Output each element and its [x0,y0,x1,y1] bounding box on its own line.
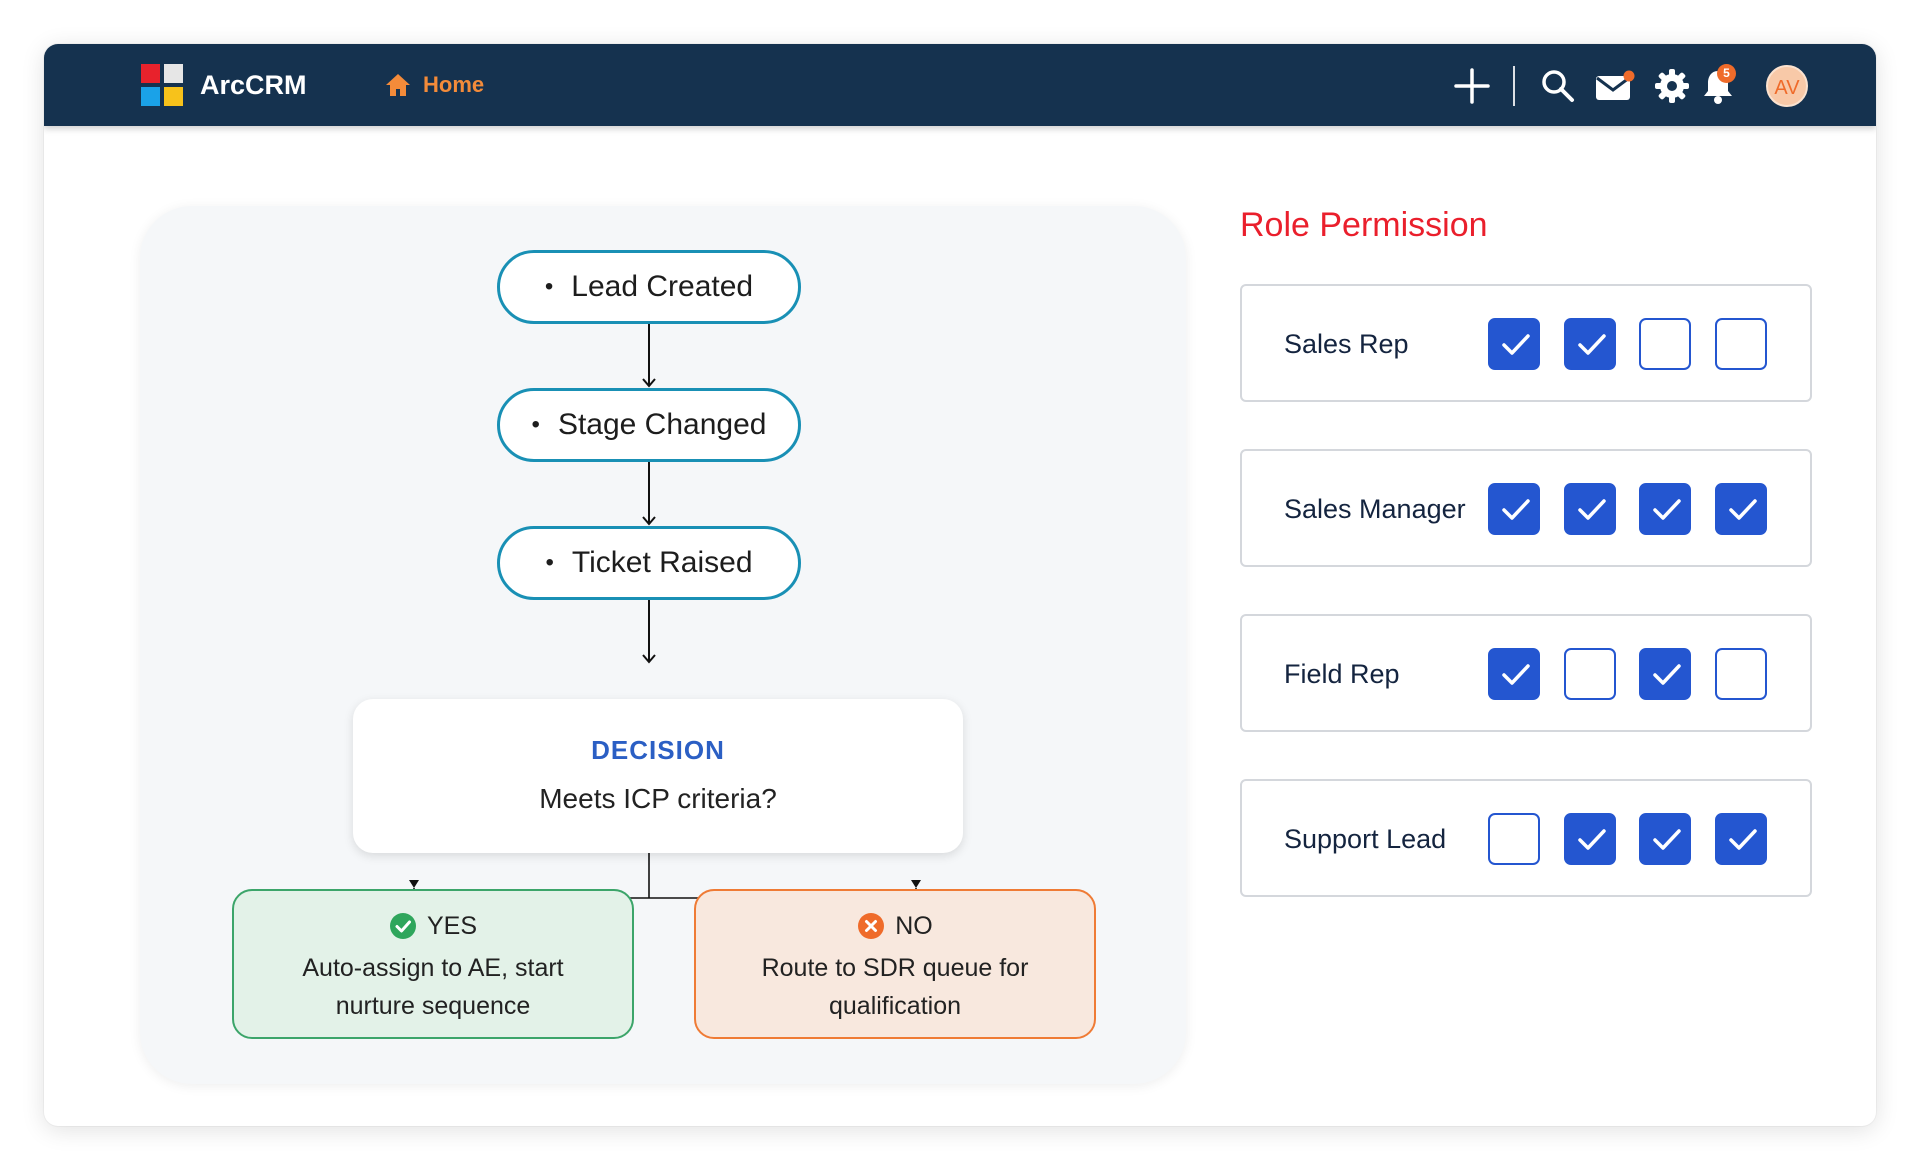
decision-question: Meets ICP criteria? [539,783,777,814]
role-name: Sales Manager [1284,494,1466,524]
check-circle-icon [389,913,416,939]
role-card-support-lead: Support Lead [1240,779,1812,897]
yes-outcome-node[interactable]: YES Auto-assign to AE, start nurture seq… [232,889,634,1039]
role-card-sales-rep: Sales Rep [1240,284,1812,402]
no-label: NO [895,911,933,940]
step-label: Ticket Raised [571,546,753,579]
permission-checkbox[interactable] [1488,648,1540,700]
yes-action-text: Auto-assign to AE, start nurture sequenc… [302,954,564,1020]
bullet: • [531,411,540,438]
no-outcome-node[interactable]: NO Route to SDR queue for qualification [694,889,1096,1039]
step-ticket-raised[interactable]: • Ticket Raised [497,526,801,600]
brand-name: ArcCRM [200,70,307,100]
decision-node[interactable]: DECISION Meets ICP criteria? [353,699,963,853]
permission-checkbox[interactable] [1639,648,1691,700]
step-stage-changed[interactable]: • Stage Changed [497,388,801,462]
add-icon[interactable] [1452,66,1492,106]
permission-checkbox[interactable] [1564,483,1616,535]
permission-checkbox[interactable] [1488,483,1540,535]
permission-checkbox[interactable] [1488,318,1540,370]
x-circle-icon [858,913,885,939]
role-name: Support Lead [1284,824,1447,854]
role-permission-title: Role Permission [1240,206,1488,244]
permission-checkbox[interactable] [1715,648,1767,700]
bullet: • [544,273,554,300]
home-icon [386,74,410,96]
permission-checkbox[interactable] [1715,813,1767,865]
permission-checkbox[interactable] [1564,813,1616,865]
bullet: • [545,549,554,576]
role-card-sales-manager: Sales Manager [1240,449,1812,567]
yes-label: YES [426,911,478,940]
step-label: Lead Created [571,270,754,303]
notification-badge: 5 [1717,64,1736,83]
step-label: Stage Changed [557,408,767,441]
home-link[interactable]: Home [385,68,484,102]
no-action-text: Route to SDR queue for qualification [761,954,1029,1020]
home-label: Home [423,72,485,97]
permission-checkbox[interactable] [1639,483,1691,535]
permission-checkbox[interactable] [1639,813,1691,865]
role-card-field-rep: Field Rep [1240,614,1812,732]
workflow-panel: • Lead Created • Stage Changed • Ticket … [140,206,1186,1084]
permission-checkbox[interactable] [1488,813,1540,865]
permission-checkbox[interactable] [1564,318,1616,370]
permission-checkbox[interactable] [1639,318,1691,370]
search-icon[interactable] [1538,66,1578,106]
mail-icon[interactable] [1595,66,1635,106]
permission-checkbox[interactable] [1564,648,1616,700]
decision-label: DECISION [591,735,725,765]
role-name: Sales Rep [1284,329,1409,359]
toolbar-divider [1513,66,1515,106]
role-name: Field Rep [1284,659,1400,689]
user-avatar[interactable]: AV [1766,65,1808,107]
arccrm-logo-icon[interactable] [141,64,185,108]
step-lead-created[interactable]: • Lead Created [497,250,801,324]
permission-checkbox[interactable] [1715,318,1767,370]
permission-checkbox[interactable] [1715,483,1767,535]
gear-icon[interactable] [1652,66,1692,106]
app-window: ArcCRM Home 5 AV • Lead Created • Stage … [44,44,1876,1126]
top-navigation-bar: ArcCRM Home 5 AV [44,44,1876,126]
